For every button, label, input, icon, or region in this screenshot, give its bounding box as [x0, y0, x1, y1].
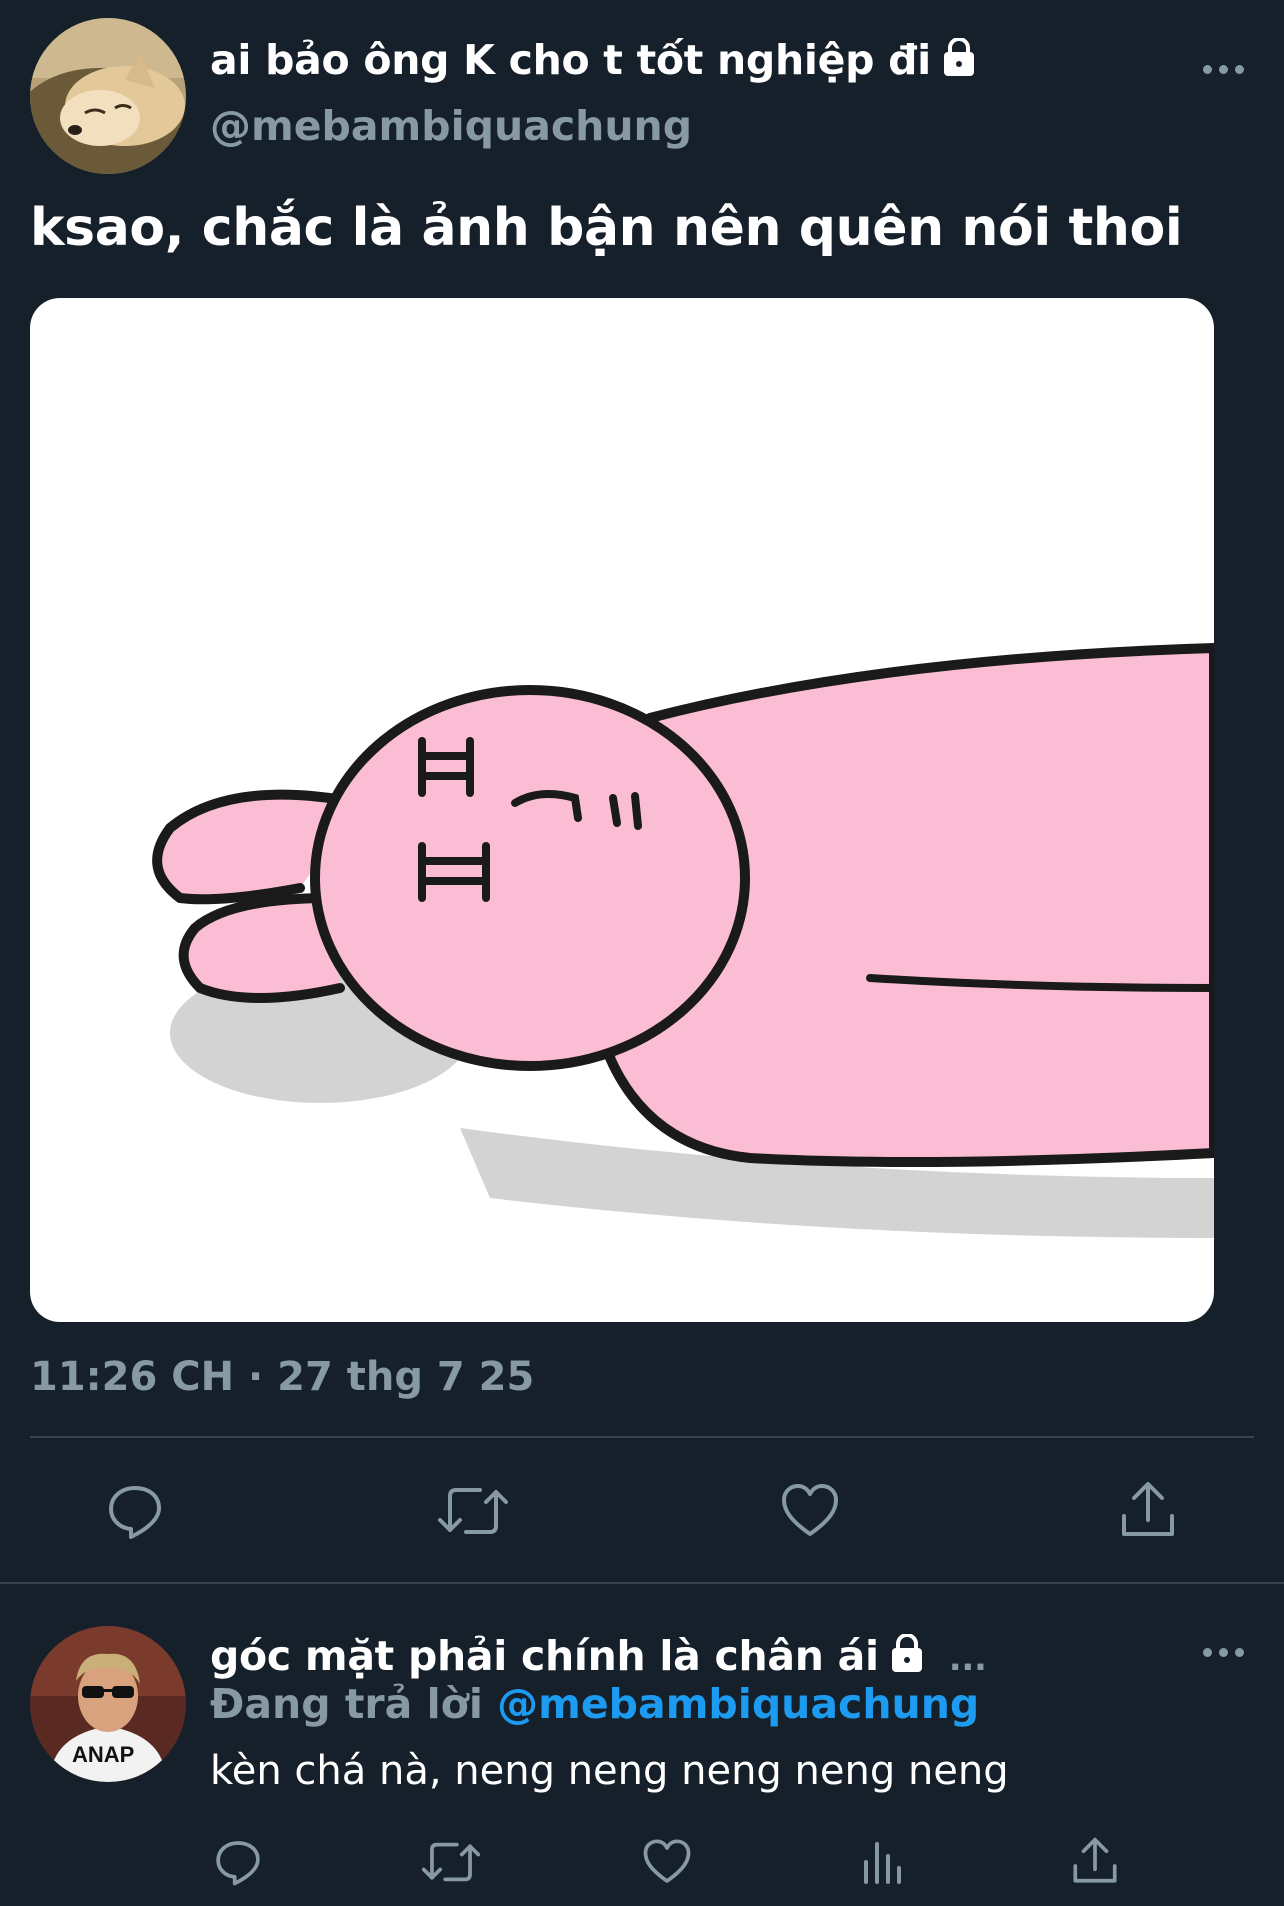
reply-author-display-name[interactable]: góc mặt phải chính là chân ái ... [210, 1632, 987, 1684]
share-icon [1122, 1482, 1174, 1536]
reply-more-options-icon[interactable] [1203, 1648, 1244, 1657]
section-divider [0, 1582, 1284, 1584]
tweet-text: ksao, chắc là ảnh bận nên quên nói thoi [30, 198, 1183, 258]
analytics-icon [864, 1842, 901, 1884]
reply-share-button[interactable] [1072, 1836, 1118, 1886]
lock-icon [889, 1633, 925, 1684]
reply-display-name-text: góc mặt phải chính là chân ái [210, 1632, 879, 1680]
bunny-illustration [152, 643, 1214, 1238]
retweet-icon [438, 1488, 508, 1534]
reply-analytics-button[interactable] [860, 1838, 906, 1886]
meta-separator: · [248, 1354, 264, 1400]
tweet-timestamp[interactable]: 11:26 CH · 27 thg 7 25 [30, 1354, 534, 1400]
more-options-icon[interactable] [1203, 65, 1244, 74]
author-handle[interactable]: @mebambiquachung [210, 102, 692, 150]
reply-button[interactable] [106, 1482, 164, 1540]
like-button[interactable] [780, 1482, 840, 1540]
reply-text: kèn chá nà, neng neng neng neng neng [210, 1748, 1009, 1794]
share-icon [1073, 1837, 1117, 1883]
reply-like-button[interactable] [642, 1838, 692, 1886]
reply-reply-button[interactable] [214, 1838, 262, 1886]
reply-icon [109, 1486, 161, 1539]
svg-text:ANAP: ANAP [72, 1742, 134, 1767]
author-avatar[interactable] [30, 18, 186, 174]
replying-to-mention[interactable]: @mebambiquachung [497, 1680, 979, 1728]
retweet-button[interactable] [438, 1482, 508, 1540]
reply-name-ellipsis: ... [948, 1639, 987, 1679]
author-display-name[interactable]: ai bảo ông K cho t tốt nghiệp đi [210, 36, 977, 88]
like-icon [643, 1839, 691, 1883]
dog-avatar-image [30, 18, 186, 174]
tweet-image[interactable] [30, 298, 1214, 1322]
reply-icon [216, 1841, 260, 1886]
tweet-time: 11:26 CH [30, 1354, 235, 1400]
tweet-date: 27 thg 7 25 [277, 1354, 535, 1400]
replying-to-line: Đang trả lời @mebambiquachung [210, 1680, 979, 1728]
replying-to-prefix: Đang trả lời [210, 1680, 483, 1728]
share-button[interactable] [1120, 1480, 1176, 1540]
lock-icon [941, 37, 977, 88]
display-name-text: ai bảo ông K cho t tốt nghiệp đi [210, 36, 931, 84]
retweet-icon [422, 1842, 480, 1882]
person-avatar-image: ANAP [30, 1626, 186, 1782]
reply-author-avatar[interactable]: ANAP [30, 1626, 186, 1782]
divider [30, 1436, 1254, 1438]
reply-retweet-button[interactable] [422, 1838, 480, 1886]
like-icon [782, 1484, 838, 1536]
